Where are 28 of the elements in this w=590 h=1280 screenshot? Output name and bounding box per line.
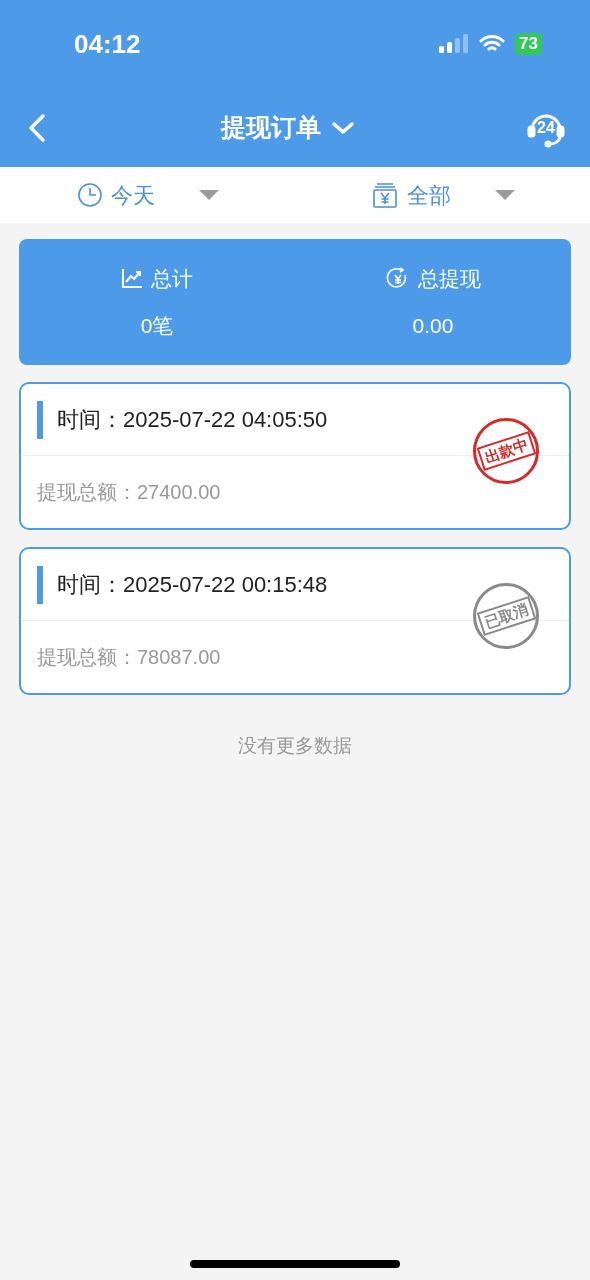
- summary-value: 0.00: [412, 313, 454, 339]
- caret-icon: [198, 190, 219, 200]
- summary-label: 总计: [151, 265, 193, 292]
- status-stamp: 出款中: [473, 418, 539, 484]
- order-amount: 提现总额：27400.00: [37, 480, 221, 505]
- order-time: 时间：2025-07-22 04:05:50: [57, 406, 328, 434]
- status-stamp: 已取消: [473, 583, 539, 649]
- no-more-data-text: 没有更多数据: [238, 734, 352, 758]
- battery-level: 73: [515, 33, 542, 55]
- accent-bar: [37, 565, 43, 604]
- order-card[interactable]: 时间：2025-07-22 04:05:50 提现总额：27400.00 出款中: [19, 382, 571, 530]
- signal-icon: [439, 34, 470, 54]
- support-button[interactable]: 24: [526, 107, 566, 148]
- order-time: 时间：2025-07-22 00:15:48: [57, 571, 328, 599]
- order-amount: 提现总额：78087.00: [37, 645, 221, 670]
- chevron-down-icon[interactable]: [331, 119, 355, 136]
- filter-dropdown[interactable]: 今天: [0, 167, 295, 223]
- status-time: 04:12: [74, 27, 141, 61]
- accent-bar: [37, 400, 43, 439]
- caret-icon: [494, 190, 515, 200]
- summary-value: 0笔: [140, 313, 174, 339]
- summary-label: 总提现: [417, 265, 481, 292]
- money-icon: [370, 181, 399, 209]
- order-card[interactable]: 时间：2025-07-22 00:15:48 提现总额：78087.00 已取消: [19, 547, 571, 695]
- clock-icon: [76, 182, 103, 208]
- filter-dropdown[interactable]: 全部: [295, 167, 590, 223]
- page-title[interactable]: 提现订单: [221, 108, 321, 147]
- line-chart-icon: [121, 267, 143, 290]
